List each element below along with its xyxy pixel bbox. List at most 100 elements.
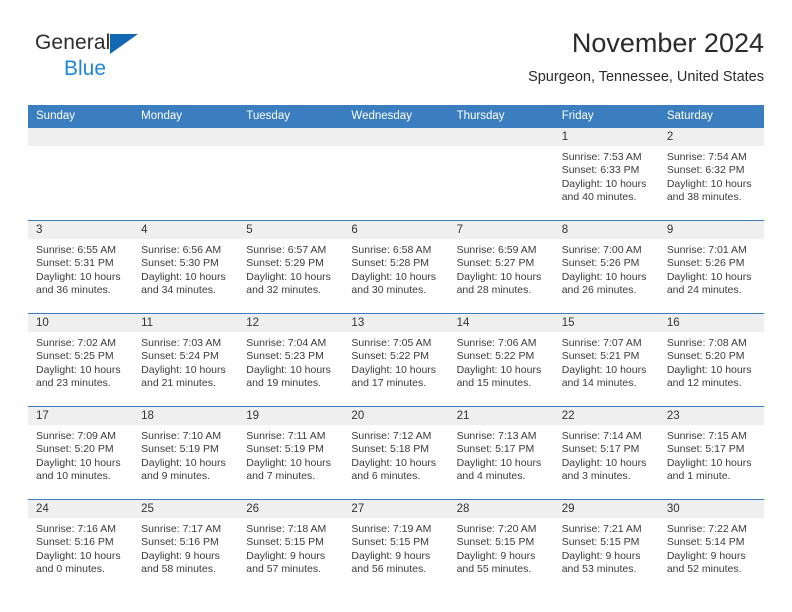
daylight-text-line-2: and 15 minutes. [456, 377, 532, 390]
calendar-day-cell[interactable]: 14 Sunrise: 7:06 AM Sunset: 5:22 PM Dayligh… [448, 313, 554, 407]
weekday-header-monday: Monday [133, 105, 239, 128]
calendar-day-cell[interactable]: 19 Sunrise: 7:11 AM Sunset: 5:19 PM Dayligh… [238, 406, 344, 500]
daylight-text-line-1: Daylight: 9 hours [246, 549, 326, 562]
daylight-text-line-1: Daylight: 10 hours [351, 456, 437, 469]
calendar-day-cell[interactable]: 1 Sunrise: 7:53 AM Sunset: 6:33 PM Daylight… [553, 127, 659, 221]
calendar-day-cell[interactable]: 8 Sunrise: 7:00 AM Sunset: 5:26 PM Daylight… [553, 220, 659, 314]
day-details: Sunrise: 6:57 AM Sunset: 5:29 PM Daylight:… [238, 239, 343, 298]
daylight-text-line-1: Daylight: 10 hours [666, 270, 752, 283]
sunset-text: Sunset: 5:24 PM [141, 350, 219, 363]
calendar-day-cell[interactable]: 25 Sunrise: 7:17 AM Sunset: 5:16 PM Dayligh… [133, 499, 239, 593]
daylight-text-line-1: Daylight: 10 hours [561, 363, 647, 376]
calendar-day-cell[interactable]: 21 Sunrise: 7:13 AM Sunset: 5:17 PM Dayligh… [448, 406, 554, 500]
calendar-day-cell[interactable]: 20 Sunrise: 7:12 AM Sunset: 5:18 PM Dayligh… [343, 406, 449, 500]
day-details: Sunrise: 7:18 AM Sunset: 5:15 PM Daylight:… [238, 518, 343, 577]
sunrise-text: Sunrise: 7:07 AM [561, 337, 642, 349]
daylight-text-line-2: and 26 minutes. [561, 284, 637, 297]
day-details: Sunrise: 6:56 AM Sunset: 5:30 PM Daylight:… [133, 239, 238, 298]
calendar-day-cell[interactable]: 13 Sunrise: 7:05 AM Sunset: 5:22 PM Dayligh… [343, 313, 449, 407]
daylight-text-line-1: Daylight: 10 hours [36, 363, 121, 376]
calendar-day-cell[interactable]: 2 Sunrise: 7:54 AM Sunset: 6:32 PM Daylight… [658, 127, 764, 221]
day-details: Sunrise: 7:11 AM Sunset: 5:19 PM Daylight:… [238, 425, 343, 484]
calendar-day-cell[interactable]: 24 Sunrise: 7:16 AM Sunset: 5:16 PM Dayligh… [28, 499, 134, 593]
day-details: Sunrise: 6:55 AM Sunset: 5:31 PM Daylight:… [28, 239, 133, 298]
sunrise-text: Sunrise: 7:16 AM [36, 523, 116, 535]
day-details: Sunrise: 7:01 AM Sunset: 5:26 PM Daylight:… [659, 239, 764, 298]
calendar-day-cell[interactable]: 6 Sunrise: 6:58 AM Sunset: 5:28 PM Daylight… [343, 220, 449, 314]
daylight-text-line-1: Daylight: 10 hours [246, 456, 331, 469]
calendar-day-cell[interactable]: 27 Sunrise: 7:19 AM Sunset: 5:15 PM Dayligh… [343, 499, 449, 593]
sunrise-text: Sunrise: 7:04 AM [246, 337, 327, 349]
sunrise-text: Sunrise: 6:59 AM [456, 244, 537, 256]
daylight-text-line-1: Daylight: 10 hours [456, 363, 542, 376]
day-details: Sunrise: 7:07 AM Sunset: 5:21 PM Daylight:… [554, 332, 659, 391]
day-number [448, 128, 554, 146]
calendar-day-cell[interactable]: 7 Sunrise: 6:59 AM Sunset: 5:27 PM Daylight… [448, 220, 554, 314]
daylight-text-line-1: Daylight: 9 hours [561, 549, 641, 562]
daylight-text-line-1: Daylight: 10 hours [666, 363, 752, 376]
weekday-header-sunday: Sunday [28, 105, 134, 128]
day-number: 10 [28, 314, 134, 332]
sunrise-text: Sunrise: 7:18 AM [246, 523, 327, 535]
daylight-text-line-2: and 4 minutes. [456, 470, 526, 483]
day-details: Sunrise: 6:59 AM Sunset: 5:27 PM Daylight:… [449, 239, 554, 298]
daylight-text-line-1: Daylight: 9 hours [351, 549, 431, 562]
calendar-day-cell[interactable]: 29 Sunrise: 7:21 AM Sunset: 5:15 PM Dayligh… [553, 499, 659, 593]
day-number: 29 [553, 500, 659, 518]
calendar-day-cell-empty [238, 127, 344, 221]
calendar-day-cell[interactable]: 3 Sunrise: 6:55 AM Sunset: 5:31 PM Daylight… [28, 220, 134, 314]
calendar-week-row: 3 Sunrise: 6:55 AM Sunset: 5:31 PM Daylight… [28, 220, 764, 314]
daylight-text-line-1: Daylight: 10 hours [561, 177, 647, 190]
sunset-text: Sunset: 5:15 PM [351, 536, 430, 549]
day-number: 27 [343, 500, 449, 518]
calendar-day-cell[interactable]: 16 Sunrise: 7:08 AM Sunset: 5:20 PM Dayligh… [658, 313, 764, 407]
day-number: 22 [553, 407, 659, 425]
sunset-text: Sunset: 5:20 PM [666, 350, 745, 363]
calendar-grid: Sunday Monday Tuesday Wednesday Thursday Frid… [28, 105, 764, 593]
calendar-day-cell[interactable]: 23 Sunrise: 7:15 AM Sunset: 5:17 PM Dayligh… [658, 406, 764, 500]
calendar-day-cell[interactable]: 12 Sunrise: 7:04 AM Sunset: 5:23 PM Dayligh… [238, 313, 344, 407]
daylight-text-line-2: and 58 minutes. [141, 563, 216, 576]
daylight-text-line-2: and 6 minutes. [351, 470, 421, 483]
daylight-text-line-2: and 10 minutes. [36, 470, 111, 483]
day-details: Sunrise: 7:15 AM Sunset: 5:17 PM Daylight:… [659, 425, 764, 484]
brand-logo[interactable]: General Blue [35, 32, 235, 88]
calendar-day-cell[interactable]: 28 Sunrise: 7:20 AM Sunset: 5:15 PM Dayligh… [448, 499, 554, 593]
calendar-day-cell[interactable]: 18 Sunrise: 7:10 AM Sunset: 5:19 PM Dayligh… [133, 406, 239, 500]
daylight-text-line-2: and 23 minutes. [36, 377, 111, 390]
sunset-text: Sunset: 6:32 PM [666, 164, 745, 177]
daylight-text-line-2: and 30 minutes. [351, 284, 427, 297]
calendar-day-cell[interactable]: 22 Sunrise: 7:14 AM Sunset: 5:17 PM Dayligh… [553, 406, 659, 500]
day-details: Sunrise: 7:22 AM Sunset: 5:14 PM Daylight:… [659, 518, 764, 577]
daylight-text-line-2: and 1 minute. [666, 470, 731, 483]
daylight-text-line-1: Daylight: 10 hours [36, 549, 121, 562]
daylight-text-line-2: and 52 minutes. [666, 563, 742, 576]
day-number: 18 [133, 407, 239, 425]
day-number: 2 [658, 128, 764, 146]
calendar-day-cell[interactable]: 4 Sunrise: 6:56 AM Sunset: 5:30 PM Daylight… [133, 220, 239, 314]
weekday-header-tuesday: Tuesday [238, 105, 344, 128]
brand-line-1: General [35, 32, 235, 56]
calendar-day-cell[interactable]: 10 Sunrise: 7:02 AM Sunset: 5:25 PM Dayligh… [28, 313, 134, 407]
daylight-text-line-1: Daylight: 10 hours [141, 270, 226, 283]
day-details: Sunrise: 7:17 AM Sunset: 5:16 PM Daylight:… [133, 518, 238, 577]
triangle-icon [110, 34, 139, 54]
day-number: 12 [238, 314, 344, 332]
sunrise-text: Sunrise: 7:10 AM [141, 430, 222, 442]
calendar-day-cell[interactable]: 30 Sunrise: 7:22 AM Sunset: 5:14 PM Dayligh… [658, 499, 764, 593]
weekday-header-saturday: Saturday [658, 105, 764, 128]
calendar-day-cell[interactable]: 26 Sunrise: 7:18 AM Sunset: 5:15 PM Dayligh… [238, 499, 344, 593]
calendar-day-cell[interactable]: 11 Sunrise: 7:03 AM Sunset: 5:24 PM Dayligh… [133, 313, 239, 407]
calendar-day-cell[interactable]: 9 Sunrise: 7:01 AM Sunset: 5:26 PM Daylight… [658, 220, 764, 314]
day-details: Sunrise: 7:12 AM Sunset: 5:18 PM Daylight:… [343, 425, 448, 484]
calendar-day-cell[interactable]: 15 Sunrise: 7:07 AM Sunset: 5:21 PM Dayligh… [553, 313, 659, 407]
sunset-text: Sunset: 5:15 PM [561, 536, 640, 549]
calendar-day-cell-empty [448, 127, 554, 221]
daylight-text-line-1: Daylight: 10 hours [561, 270, 647, 283]
title-block: November 2024 Spurgeon, Tennessee, Unite… [528, 26, 764, 88]
day-details: Sunrise: 7:00 AM Sunset: 5:26 PM Daylight:… [554, 239, 659, 298]
calendar-day-cell[interactable]: 5 Sunrise: 6:57 AM Sunset: 5:29 PM Daylight… [238, 220, 344, 314]
daylight-text-line-2: and 14 minutes. [561, 377, 637, 390]
calendar-day-cell[interactable]: 17 Sunrise: 7:09 AM Sunset: 5:20 PM Dayligh… [28, 406, 134, 500]
daylight-text-line-1: Daylight: 10 hours [561, 456, 647, 469]
